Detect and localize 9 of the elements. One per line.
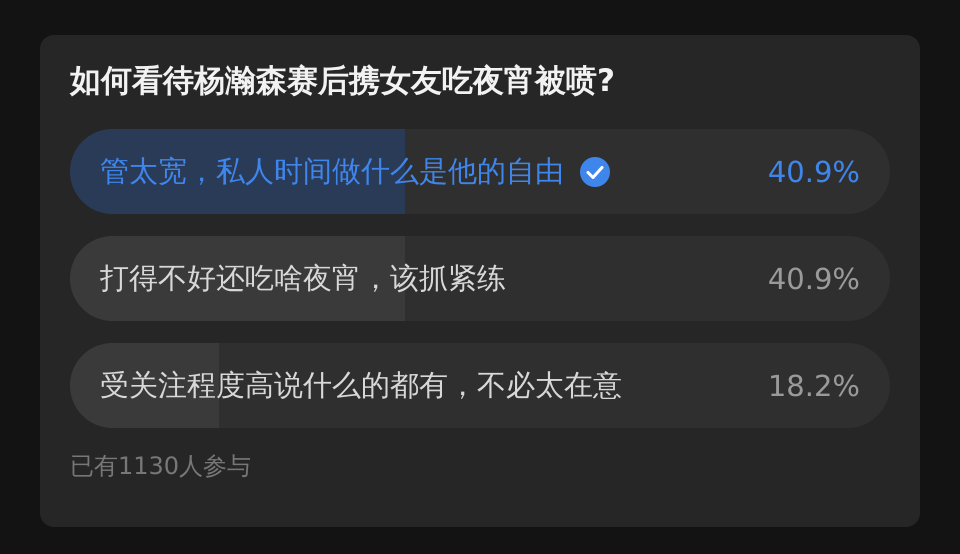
poll-option[interactable]: 打得不好还吃啥夜宵，该抓紧练 40.9% <box>70 236 890 321</box>
option-percent: 40.9% <box>768 262 860 296</box>
option-percent: 40.9% <box>768 154 860 188</box>
poll-option[interactable]: 受关注程度高说什么的都有，不必太在意 18.2% <box>70 343 890 428</box>
participant-count: 已有1130人参与 <box>70 451 252 482</box>
check-icon <box>580 156 610 186</box>
poll-option[interactable]: 管太宽，私人时间做什么是他的自由 40.9% <box>70 129 890 214</box>
option-percent: 18.2% <box>768 368 860 402</box>
poll-question: 如何看待杨瀚森赛后携女友吃夜宵被喷? <box>70 62 616 101</box>
